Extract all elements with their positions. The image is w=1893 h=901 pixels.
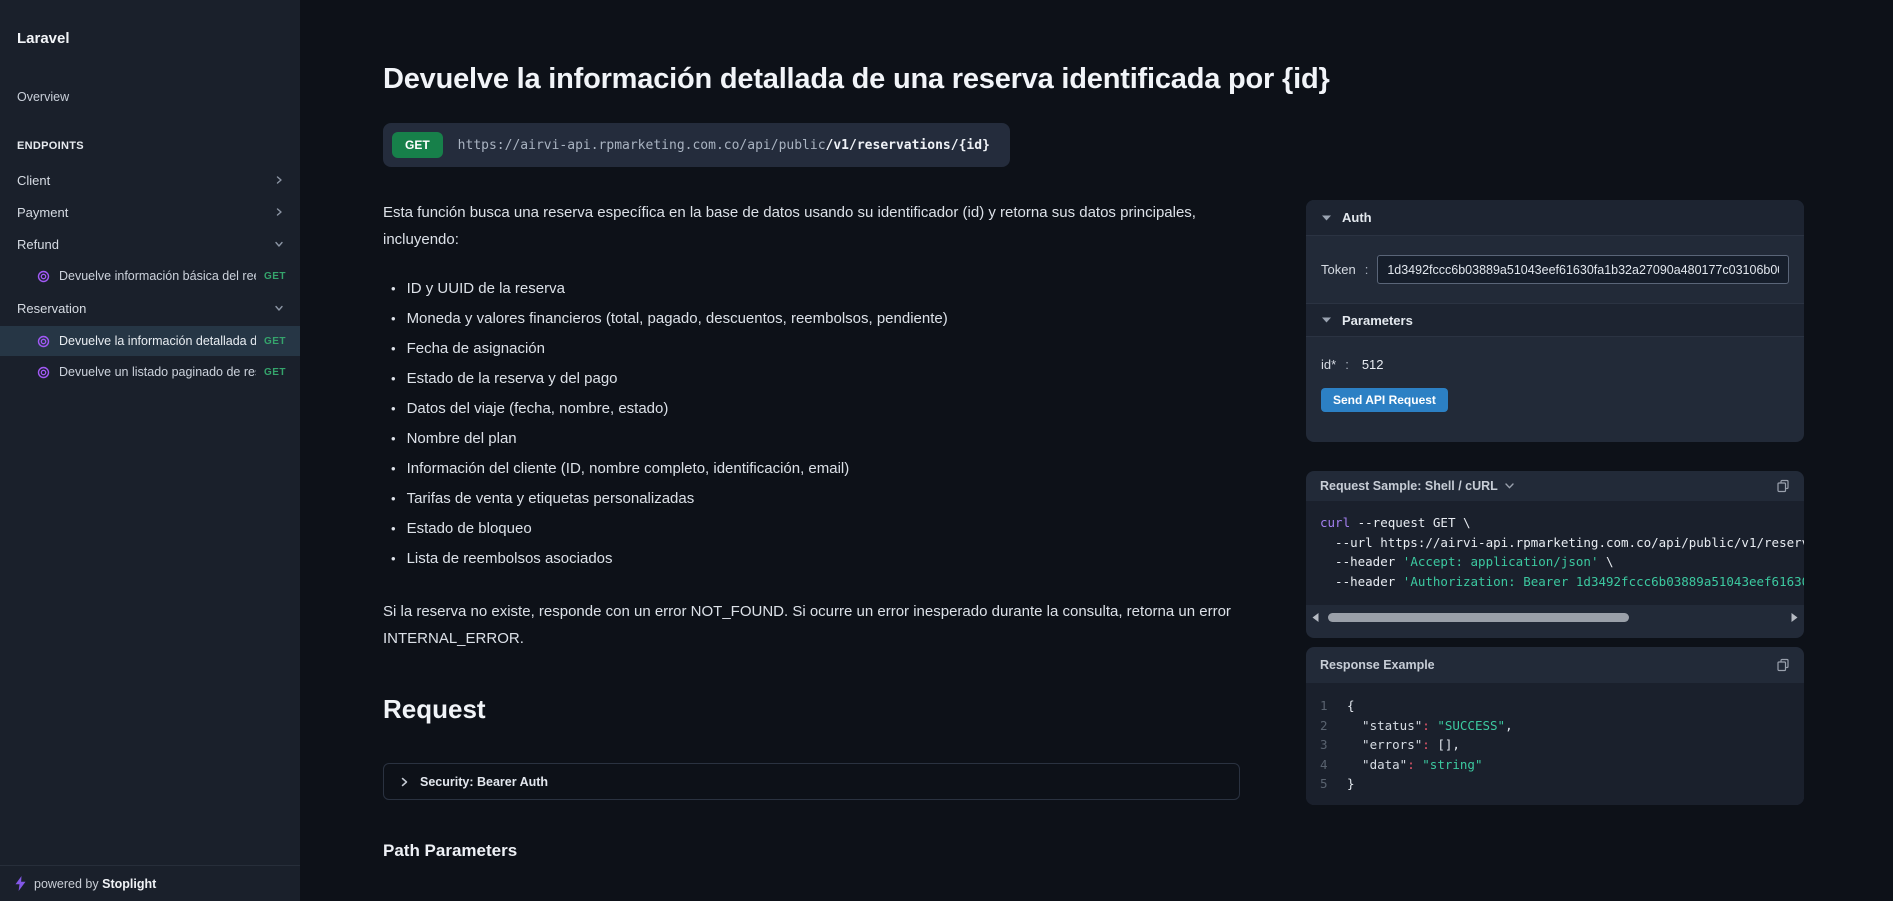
sidebar-group-payment[interactable]: Payment <box>0 196 300 228</box>
list-item: ID y UUID de la reserva <box>391 274 948 304</box>
description-intro: Esta función busca una reserva específic… <box>383 199 1238 253</box>
security-label: Security: Bearer Auth <box>420 775 548 789</box>
sidebar-item-reservation-detail-active[interactable]: Devuelve la información detallada de ...… <box>0 326 300 356</box>
list-item: Nombre del plan <box>391 424 948 454</box>
http-method-badge: GET <box>392 132 443 158</box>
get-method-badge: GET <box>264 336 286 347</box>
list-item: Moneda y valores financieros (total, pag… <box>391 304 948 334</box>
sidebar-item-reservation-list[interactable]: Devuelve un listado paginado de rese... … <box>0 357 300 387</box>
scroll-right-arrow-icon[interactable] <box>1791 613 1798 622</box>
operation-bullseye-icon <box>37 366 50 379</box>
copy-icon[interactable] <box>1776 658 1790 672</box>
token-label: Token <box>1321 262 1356 277</box>
list-item: Fecha de asignación <box>391 334 948 364</box>
token-input[interactable] <box>1377 255 1789 284</box>
sidebar-item-label: Devuelve información básica del ree... <box>59 269 256 283</box>
auth-section-title: Auth <box>1342 210 1372 225</box>
list-item: Estado de bloqueo <box>391 514 948 544</box>
horizontal-scrollbar[interactable] <box>1312 609 1798 625</box>
sidebar-footer: powered by Stoplight <box>0 865 300 901</box>
id-parameter-row: id* : 512 <box>1306 337 1804 372</box>
description-outro: Si la reserva no existe, responde con un… <box>383 598 1238 652</box>
list-item: Estado de la reserva y del pago <box>391 364 948 394</box>
response-example-title: Response Example <box>1320 658 1435 672</box>
list-item: Datos del viaje (fecha, nombre, estado) <box>391 394 948 424</box>
sidebar-group-label: Client <box>17 173 50 188</box>
token-colon: : <box>1365 262 1369 277</box>
request-sample-title: Request Sample: Shell / cURL <box>1320 479 1498 493</box>
path-parameters-heading: Path Parameters <box>383 841 517 861</box>
auth-section-header[interactable]: Auth <box>1306 200 1804 236</box>
api-docs-page: Laravel Overview ENDPOINTS Client Paymen… <box>0 0 1893 901</box>
chevron-right-icon <box>399 777 409 787</box>
page-title: Devuelve la información detallada de una… <box>383 63 1330 96</box>
parameters-section-header[interactable]: Parameters <box>1306 303 1804 337</box>
get-method-badge: GET <box>264 367 286 378</box>
sidebar-group-label: Refund <box>17 237 59 252</box>
scrollbar-track[interactable] <box>1323 613 1787 622</box>
sidebar-item-label: Devuelve la información detallada de ... <box>59 334 256 348</box>
sidebar-group-reservation[interactable]: Reservation <box>0 292 300 324</box>
get-method-badge: GET <box>264 271 286 282</box>
endpoint-url-bar: GET https://airvi-api.rpmarketing.com.co… <box>383 123 1010 167</box>
scroll-left-arrow-icon[interactable] <box>1312 613 1319 622</box>
collapse-triangle-icon <box>1322 317 1331 323</box>
request-sample-language-selector[interactable]: Request Sample: Shell / cURL <box>1320 479 1514 493</box>
chevron-down-icon <box>274 239 284 249</box>
parameters-section-title: Parameters <box>1342 313 1413 328</box>
scrollbar-thumb[interactable] <box>1328 613 1630 622</box>
endpoint-url-base: https://airvi-api.rpmarketing.com.co/api… <box>458 138 826 153</box>
sidebar-item-label: Devuelve un listado paginado de rese... <box>59 365 256 379</box>
curl-code-block: curl --request GET \ --url https://airvi… <box>1306 501 1804 605</box>
security-expander[interactable]: Security: Bearer Auth <box>383 763 1240 800</box>
list-item: Lista de reembolsos asociados <box>391 544 948 574</box>
sidebar-group-label: Payment <box>17 205 68 220</box>
copy-icon[interactable] <box>1776 479 1790 493</box>
operation-bullseye-icon <box>37 335 50 348</box>
request-sample-panel: Request Sample: Shell / cURL curl --requ… <box>1306 471 1804 638</box>
powered-by-stoplight[interactable]: powered by Stoplight <box>34 877 156 891</box>
sidebar-group-label: Reservation <box>17 301 86 316</box>
sidebar: Laravel Overview ENDPOINTS Client Paymen… <box>0 0 300 901</box>
chevron-right-icon <box>274 207 284 217</box>
sidebar-item-overview[interactable]: Overview <box>17 90 69 104</box>
response-example-panel: Response Example 1{2 "status": "SUCCESS"… <box>1306 647 1804 805</box>
sidebar-group-refund[interactable]: Refund <box>0 228 300 260</box>
response-example-header: Response Example <box>1306 647 1804 683</box>
id-parameter-label: id* <box>1321 357 1336 372</box>
id-parameter-value[interactable]: 512 <box>1362 357 1384 372</box>
request-sample-header: Request Sample: Shell / cURL <box>1306 471 1804 501</box>
chevron-right-icon <box>274 175 284 185</box>
endpoints-section-header: ENDPOINTS <box>17 140 84 152</box>
list-item: Información del cliente (ID, nombre comp… <box>391 454 948 484</box>
endpoint-url: https://airvi-api.rpmarketing.com.co/api… <box>458 138 990 153</box>
operation-bullseye-icon <box>37 270 50 283</box>
response-json-code-block: 1{2 "status": "SUCCESS",3 "errors": [],4… <box>1306 683 1804 805</box>
endpoint-url-path: /v1/reservations/{id} <box>826 138 990 153</box>
description-list: ID y UUID de la reserva Moneda y valores… <box>391 274 948 574</box>
id-parameter-colon: : <box>1345 357 1349 372</box>
sidebar-group-client[interactable]: Client <box>0 164 300 196</box>
list-item: Tarifas de venta y etiquetas personaliza… <box>391 484 948 514</box>
lightning-bolt-icon <box>15 876 26 891</box>
sidebar-item-refund-operation[interactable]: Devuelve información básica del ree... G… <box>0 261 300 291</box>
send-api-request-button[interactable]: Send API Request <box>1321 388 1448 412</box>
project-title[interactable]: Laravel <box>17 30 70 47</box>
chevron-down-icon <box>1505 483 1514 489</box>
request-heading: Request <box>383 694 486 725</box>
try-it-panel: Auth Token : Parameters id* : 512 Send A… <box>1306 200 1804 442</box>
token-row: Token : <box>1306 236 1804 303</box>
chevron-down-icon <box>274 303 284 313</box>
collapse-triangle-icon <box>1322 215 1331 221</box>
